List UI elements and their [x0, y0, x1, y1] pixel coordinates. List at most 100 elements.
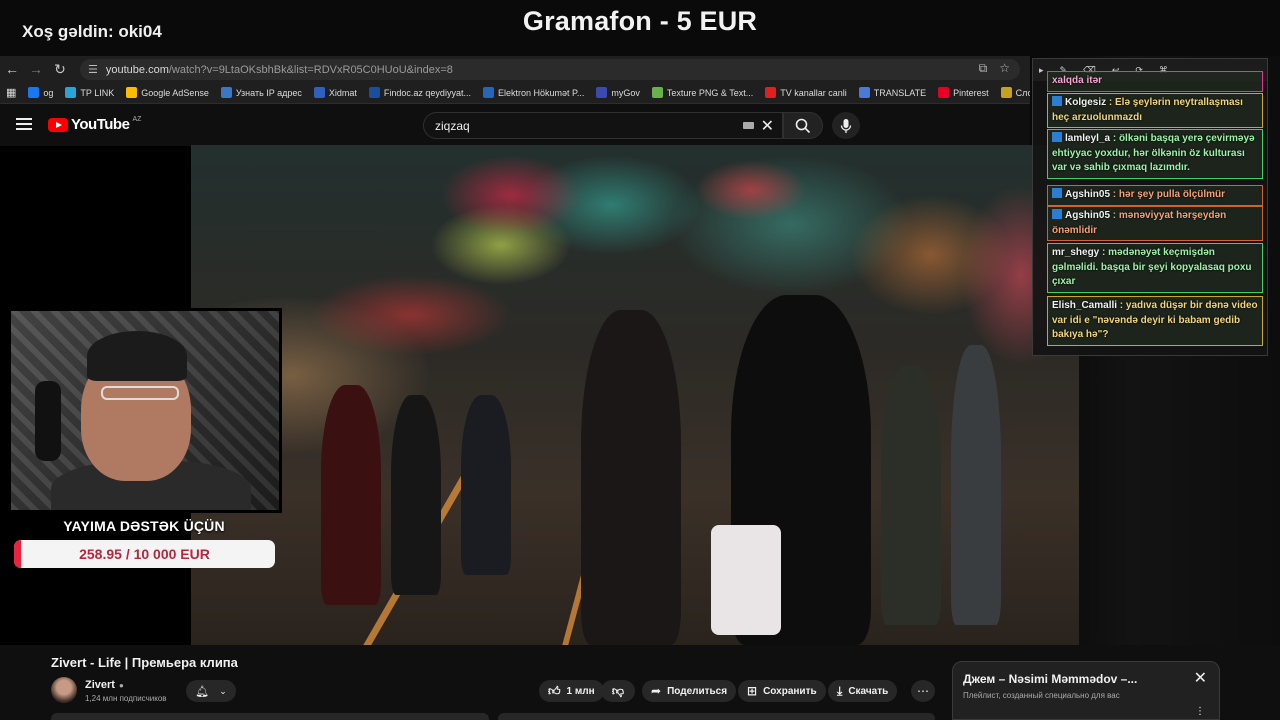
site-info-icon[interactable]: ☰ [88, 63, 98, 76]
search-icon [795, 118, 811, 133]
user-badge-icon [1052, 209, 1062, 219]
microphone-icon [840, 118, 852, 133]
voice-search-button[interactable] [832, 112, 860, 139]
close-icon[interactable]: ✕ [1194, 668, 1207, 688]
save-button[interactable]: ⊞ Сохранить [738, 680, 826, 702]
share-label: Поделиться [667, 685, 728, 697]
chevron-down-icon: ⌄ [219, 685, 227, 696]
chat-message: Kolgesiz : Elə şeylərin neytrallaşması h… [1047, 93, 1263, 128]
reload-icon[interactable]: ↻ [48, 57, 72, 81]
share-icon: ➦ [651, 684, 662, 698]
download-label: Скачать [848, 685, 889, 697]
bookmark-item[interactable]: og [28, 87, 53, 98]
bookmark-favicon [651, 87, 663, 98]
share-button[interactable]: ➦ Поделиться [642, 680, 737, 702]
thumbs-up-icon: 👍︎ [548, 683, 561, 698]
user-badge-icon [1052, 132, 1062, 142]
support-goal-amount: 258.95 / 10 000 EUR [79, 546, 210, 562]
stream-header: Xoş gəldin: oki04 Gramafon - 5 EUR [0, 0, 1280, 56]
video-figure [581, 310, 681, 645]
bookmark-item[interactable]: Узнать IP адрес [220, 87, 302, 98]
browser-toolbar: ← → ↻ ☰ youtube.com/watch?v=9LtaOKsbhBk&… [0, 56, 1030, 82]
thumbs-down-icon: 👎︎ [611, 683, 625, 698]
channel-subscribers: 1,24 млн подписчиков [85, 694, 167, 703]
menu-icon[interactable] [16, 118, 32, 130]
playlist-menu-icon[interactable]: ⋮ [1195, 706, 1205, 717]
youtube-logo[interactable]: YouTube AZ [48, 116, 141, 133]
video-figure [461, 395, 511, 575]
video-info: Zivert - Life | Премьера клипа Zivert ● 1… [0, 645, 1280, 720]
dislike-button[interactable]: 👎︎ [601, 680, 635, 702]
bookmark-favicon [482, 87, 494, 98]
webcam-overlay [8, 308, 282, 513]
verified-icon: ● [118, 681, 124, 690]
description-box[interactable] [498, 713, 935, 720]
download-button[interactable]: ⤓ Скачать [828, 680, 898, 702]
video-title: Zivert - Life | Премьера клипа [51, 655, 238, 670]
search-button[interactable] [783, 112, 823, 139]
bookmark-favicon [368, 87, 380, 98]
keyboard-icon[interactable] [743, 122, 754, 129]
bookmark-item[interactable]: TP LINK [65, 87, 114, 98]
donation-alert-title: Gramafon - 5 EUR [522, 6, 758, 36]
search-value[interactable]: ziqzaq [435, 119, 470, 133]
forward-icon[interactable]: → [24, 57, 48, 81]
bookmark-item[interactable]: Elektron Hökumət P... [482, 87, 584, 98]
apps-grid-icon[interactable]: ▦ [6, 86, 16, 99]
video-figure [391, 395, 441, 595]
description-box[interactable] [51, 713, 489, 720]
bookmark-item[interactable]: Pinterest [938, 87, 989, 98]
video-figure [321, 385, 381, 605]
bookmark-item[interactable]: Словарь игровых т... [1000, 87, 1030, 98]
support-goal-label: YAYIMA DƏSTƏK ÜÇÜN [63, 518, 225, 534]
bookmark-favicon [220, 87, 232, 98]
install-app-icon[interactable]: ⧉ [979, 61, 988, 76]
bookmark-item[interactable]: TRANSLATE [858, 87, 926, 98]
bell-icon: 🔔︎ [195, 685, 210, 698]
bookmark-favicon [126, 87, 138, 98]
support-goal-bar: 258.95 / 10 000 EUR [14, 540, 275, 568]
glasses [101, 386, 179, 400]
bookmark-item[interactable]: Texture PNG & Text... [651, 87, 753, 98]
bookmark-favicon [313, 87, 325, 98]
bookmark-favicon [65, 87, 77, 98]
save-icon: ⊞ [747, 684, 758, 698]
chat-message: Agshin05 : mənəviyyat hərşeydən önəmlidi… [1047, 206, 1263, 241]
video-figure [951, 345, 1001, 625]
chat-message: Elish_Camalli : yadıva düşər bir dənə vi… [1047, 296, 1263, 346]
bookmark-item[interactable]: Google AdSense [126, 87, 209, 98]
chat-message: lamleyl_a : ölkəni başqa yerə çevirməyə … [1047, 129, 1263, 179]
back-icon[interactable]: ← [0, 57, 24, 81]
chat-message: Agshin05 : hər şey pulla ölçülmür [1047, 185, 1263, 206]
country-code: AZ [132, 116, 142, 123]
user-badge-icon [1052, 96, 1062, 106]
playlist-subtitle: Плейлист, созданный специально для вас [963, 691, 1120, 700]
notification-bell-button[interactable]: 🔔︎ ⌄ [186, 680, 236, 702]
url-text[interactable]: youtube.com/watch?v=9LtaOKsbhBk&list=RDV… [106, 64, 453, 76]
microphone-prop [35, 381, 61, 461]
video-figure [711, 525, 781, 635]
youtube-play-icon [48, 117, 68, 132]
bookmark-item[interactable]: Xidmat [313, 87, 357, 98]
channel-name[interactable]: Zivert ● [85, 679, 124, 691]
save-label: Сохранить [763, 685, 817, 697]
bookmark-favicon [858, 87, 870, 98]
chat-message: xalqda itər [1047, 71, 1263, 92]
more-actions-icon[interactable]: ⋯ [911, 680, 935, 702]
channel-avatar[interactable] [51, 677, 77, 703]
video-player[interactable] [191, 145, 1079, 645]
search-input[interactable]: ziqzaq ✕ [423, 112, 783, 139]
like-count: 1 млн [566, 685, 595, 697]
chat-overlay: ▸ ✎ ⌫ ↩ ⟳ ⌘ xalqda itər Kolgesiz : Elə ş… [1032, 58, 1268, 356]
clear-search-icon[interactable]: ✕ [761, 116, 774, 136]
address-bar[interactable]: ☰ youtube.com/watch?v=9LtaOKsbhBk&list=R… [80, 59, 1020, 80]
video-figure [881, 365, 941, 625]
bookmark-item[interactable]: TV kanallar canli [765, 87, 847, 98]
playlist-panel[interactable]: Джем – Nəsimi Məmmədov –... Плейлист, со… [952, 661, 1220, 720]
bookmark-item[interactable]: Findoc.az qeydiyyat... [368, 87, 471, 98]
bookmarks-bar: ▦ og TP LINK Google AdSense Узнать IP ад… [0, 82, 1030, 104]
bookmark-item[interactable]: myGov [596, 87, 640, 98]
like-button[interactable]: 👍︎ 1 млн [539, 680, 604, 702]
playlist-title[interactable]: Джем – Nəsimi Məmmədov –... [963, 672, 1137, 686]
bookmark-star-icon[interactable]: ☆ [999, 61, 1010, 76]
